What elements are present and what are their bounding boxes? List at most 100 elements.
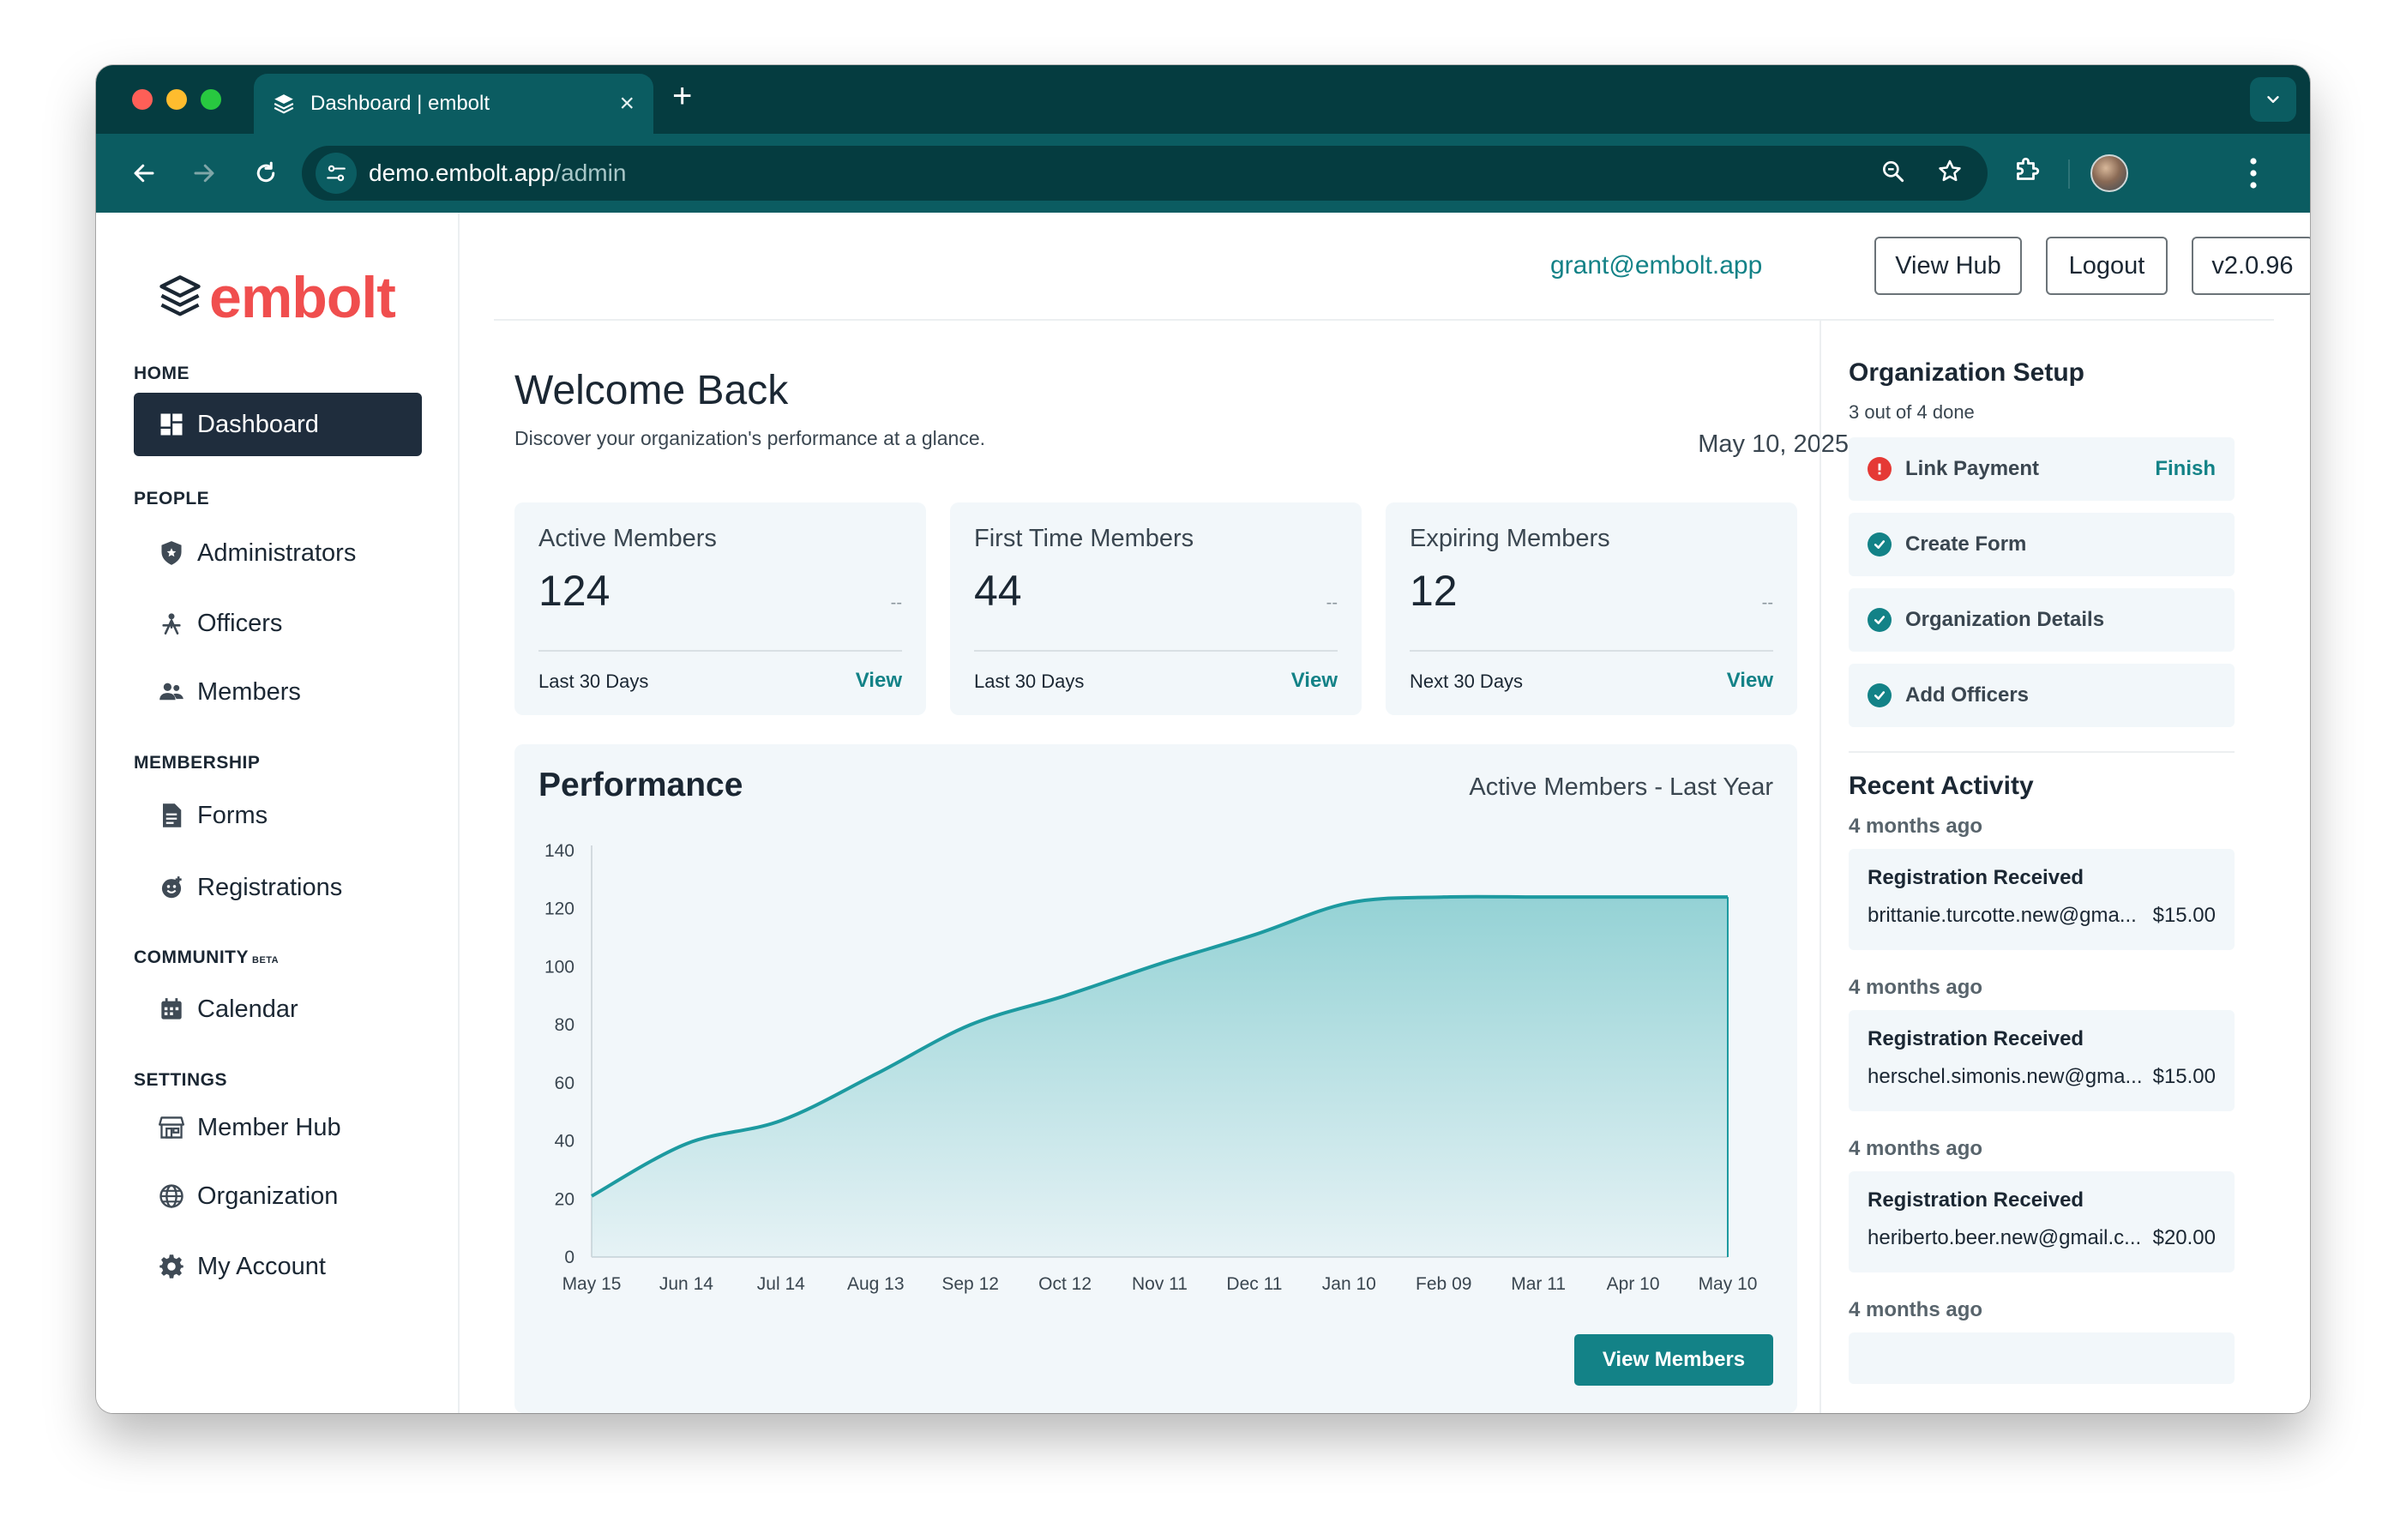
chevron-down-icon [2267, 96, 2279, 103]
activity-item[interactable]: Registration Received brittanie.turcotte… [1849, 849, 2235, 950]
site-settings-icon[interactable] [316, 153, 357, 194]
activity-item-email: heriberto.beer.new@gmail.c... [1868, 1226, 2142, 1249]
browser-menu-button[interactable] [2248, 156, 2259, 190]
setup-item-label: Organization Details [1905, 608, 2105, 631]
finish-link[interactable]: Finish [2155, 457, 2216, 481]
toolbar-divider [2068, 159, 2070, 189]
activity-item-email: herschel.simonis.new@gma... [1868, 1065, 2143, 1088]
sidebar-item-my-account[interactable]: My Account [134, 1235, 422, 1298]
stat-value: 12 [1410, 567, 1458, 615]
sidebar-item-dashboard[interactable]: Dashboard [134, 393, 422, 456]
reload-button[interactable] [249, 156, 283, 190]
version-button[interactable]: v2.0.96 [2192, 237, 2310, 295]
officer-person-icon [158, 610, 185, 637]
section-divider [1849, 751, 2235, 753]
browser-window: Dashboard | embolt × + demo.embolt.app/a… [96, 65, 2310, 1413]
activity-item-amount: $15.00 [2152, 904, 2216, 927]
storefront-icon [158, 1114, 185, 1141]
activity-item[interactable] [1849, 1332, 2235, 1384]
setup-progress: 3 out of 4 done [1849, 401, 1975, 423]
stat-divider [1410, 650, 1773, 652]
sidebar-item-officers[interactable]: Officers [134, 592, 422, 655]
sidebar-item-members[interactable]: Members [134, 660, 422, 724]
sidebar-item-administrators[interactable]: Administrators [134, 521, 422, 585]
setup-item-label: Create Form [1905, 532, 2027, 556]
stat-trend: -- [1761, 593, 1773, 612]
stat-title: First Time Members [974, 525, 1194, 552]
sidebar-item-label: Member Hub [197, 1113, 341, 1141]
activity-item[interactable]: Registration Received herschel.simonis.n… [1849, 1010, 2235, 1111]
x-tick-label: Jul 14 [757, 1274, 805, 1294]
zoom-search-icon[interactable] [1880, 158, 1907, 189]
setup-item-add-officers[interactable]: Add Officers [1849, 664, 2235, 727]
sidebar-item-organization[interactable]: Organization [134, 1164, 422, 1228]
performance-chart: 0 20 40 60 80 100 120 140 May 15 Jun 14 Jul 14 Aug … [544, 841, 1757, 1294]
globe-icon [158, 1182, 185, 1210]
sidebar-item-registrations[interactable]: Registrations [134, 856, 422, 919]
y-tick-label: 120 [544, 899, 574, 919]
sidebar-item-label: Officers [197, 609, 283, 637]
user-email-link[interactable]: grant@embolt.app [1550, 251, 1762, 280]
reload-icon [256, 161, 275, 183]
browser-tab[interactable]: Dashboard | embolt × [254, 74, 653, 134]
stat-view-link[interactable]: View [1291, 669, 1338, 693]
new-tab-button[interactable]: + [672, 79, 692, 113]
stat-trend: -- [1326, 593, 1338, 612]
activity-item[interactable]: Registration Received heriberto.beer.new… [1849, 1171, 2235, 1272]
sidebar-item-forms[interactable]: Forms [134, 784, 422, 847]
x-tick-label: Dec 11 [1226, 1274, 1282, 1294]
stat-card-first-time-members: First Time Members 44 -- Last 30 Days Vi… [950, 502, 1362, 715]
minimize-window-button[interactable] [166, 89, 187, 110]
back-button[interactable] [127, 156, 161, 190]
setup-item-organization-details[interactable]: Organization Details [1849, 588, 2235, 652]
stat-divider [974, 650, 1338, 652]
tab-close-icon[interactable]: × [619, 91, 635, 117]
section-membership: MEMBERSHIP [134, 753, 261, 773]
gear-icon [158, 1253, 185, 1280]
stat-period: Last 30 Days [974, 671, 1085, 692]
x-tick-label: Jan 10 [1322, 1274, 1376, 1294]
app-header: grant@embolt.app View Hub Logout v2.0.96 [494, 213, 2310, 321]
x-tick-label: Aug 13 [847, 1274, 905, 1294]
setup-item-label: Link Payment [1905, 457, 2040, 480]
alert-icon [1868, 457, 1892, 481]
url-path: /admin [554, 159, 627, 186]
tab-search-button[interactable] [2250, 77, 2296, 122]
address-bar[interactable]: demo.embolt.app/admin [302, 146, 1988, 201]
bookmark-star-icon[interactable] [1936, 158, 1964, 189]
activity-time: 4 months ago [1849, 1298, 1983, 1321]
close-window-button[interactable] [132, 89, 153, 110]
setup-item-link-payment[interactable]: Link Payment Finish [1849, 437, 2235, 501]
setup-item-create-form[interactable]: Create Form [1849, 513, 2235, 576]
stat-period: Next 30 Days [1410, 671, 1524, 692]
sidebar-item-member-hub[interactable]: Member Hub [134, 1096, 422, 1159]
tab-bar: Dashboard | embolt × + [96, 65, 2310, 134]
section-home: HOME [134, 364, 189, 383]
forward-button[interactable] [187, 156, 221, 190]
users-icon [158, 678, 185, 706]
right-panel: Organization Setup 3 out of 4 done Link … [1820, 321, 2265, 1413]
view-hub-button[interactable]: View Hub [1874, 237, 2022, 295]
extensions-button[interactable] [2012, 154, 2042, 185]
sidebar-item-label: Forms [197, 801, 268, 829]
embolt-logo[interactable]: embolt [158, 264, 396, 331]
section-community: COMMUNITY BETA [134, 947, 279, 968]
view-members-button[interactable]: View Members [1574, 1334, 1773, 1386]
sidebar-item-label: Members [197, 677, 301, 706]
url-host: demo.embolt.app [369, 159, 555, 186]
y-tick-label: 40 [555, 1132, 574, 1152]
logo-wordmark: embolt [209, 265, 396, 330]
activity-item-email: brittanie.turcotte.new@gma... [1868, 904, 2137, 927]
y-tick-label: 20 [555, 1189, 574, 1209]
check-circle-icon [1868, 683, 1892, 707]
avatar [2090, 154, 2128, 192]
page-title: Welcome Back [514, 368, 789, 413]
sidebar-item-calendar[interactable]: Calendar [134, 978, 422, 1041]
x-tick-label: Mar 11 [1511, 1274, 1566, 1294]
sidebar-item-label: Calendar [197, 995, 298, 1023]
stat-view-link[interactable]: View [1727, 669, 1773, 693]
profile-button[interactable] [2090, 154, 2128, 192]
stat-view-link[interactable]: View [856, 669, 902, 693]
maximize-window-button[interactable] [201, 89, 221, 110]
logout-button[interactable]: Logout [2046, 237, 2168, 295]
